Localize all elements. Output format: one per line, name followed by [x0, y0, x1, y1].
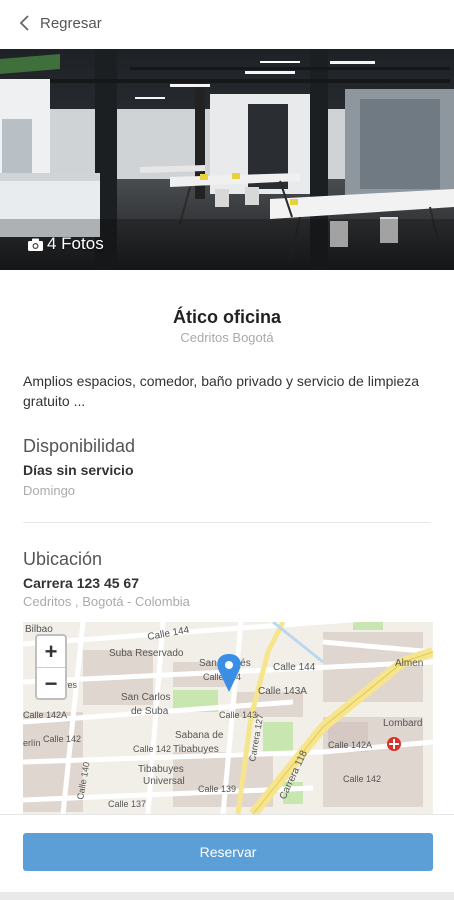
zoom-out-button[interactable]: − — [37, 668, 65, 699]
map-label: Calle 143A — [258, 686, 307, 697]
photos-count-button[interactable]: 4 Fotos — [28, 234, 104, 254]
map-label: Calle 137 — [108, 799, 146, 809]
listing-description: Amplios espacios, comedor, baño privado … — [23, 373, 420, 409]
reserve-button[interactable]: Reservar — [23, 833, 433, 871]
section-divider — [23, 522, 431, 523]
chevron-left-icon — [19, 15, 29, 31]
map-tiles: Bilbao Calle 144 Suba Reservado San Andr… — [23, 622, 433, 814]
hospital-icon — [387, 737, 401, 751]
location-address: Carrera 123 45 67 — [23, 575, 139, 591]
bottom-action-bar: Reservar — [0, 814, 454, 893]
camera-icon — [28, 238, 43, 251]
back-button[interactable]: Regresar — [18, 10, 102, 36]
photos-count-label: 4 Fotos — [47, 234, 104, 253]
listing-title: Ático oficina — [172, 307, 281, 327]
map-label: de Suba — [131, 706, 169, 717]
map-label: Universal — [143, 776, 185, 787]
map-label: erlín — [23, 738, 41, 748]
map-zoom-control: + − — [35, 634, 67, 700]
map-label: Calle 142 — [343, 774, 381, 784]
availability-label: Días sin servicio — [23, 462, 134, 478]
map-label: Almen — [395, 658, 423, 669]
map-label: Tibabuyes — [138, 764, 184, 775]
listing-location: Cedritos Bogotá — [180, 330, 274, 345]
availability-heading: Disponibilidad — [23, 436, 136, 456]
map-label: Sabana de — [175, 730, 224, 741]
availability-value: Domingo — [23, 483, 76, 498]
map-label: Calle 142A — [328, 740, 372, 750]
location-map[interactable]: Bilbao Calle 144 Suba Reservado San Andr… — [23, 622, 433, 814]
map-label: Calle 142A — [23, 710, 67, 720]
system-nav-strip — [0, 892, 454, 900]
top-bar: Regresar — [0, 0, 454, 46]
map-label: Calle 144 — [273, 662, 316, 673]
zoom-in-button[interactable]: + — [37, 636, 65, 668]
back-label: Regresar — [40, 14, 102, 32]
map-label: Calle 139 — [198, 784, 236, 794]
map-label: Tibabuyes — [173, 744, 219, 755]
map-label: Calle 143 — [219, 710, 257, 720]
map-label: Calle 142 — [43, 734, 81, 744]
location-area: Cedritos , Bogotá - Colombia — [23, 594, 190, 609]
map-label: Suba Reservado — [109, 648, 184, 659]
map-label: San Carlos — [121, 692, 170, 703]
location-heading: Ubicación — [23, 549, 103, 569]
map-label: Calle 142 — [133, 744, 171, 754]
map-label: Lombard — [383, 718, 422, 729]
